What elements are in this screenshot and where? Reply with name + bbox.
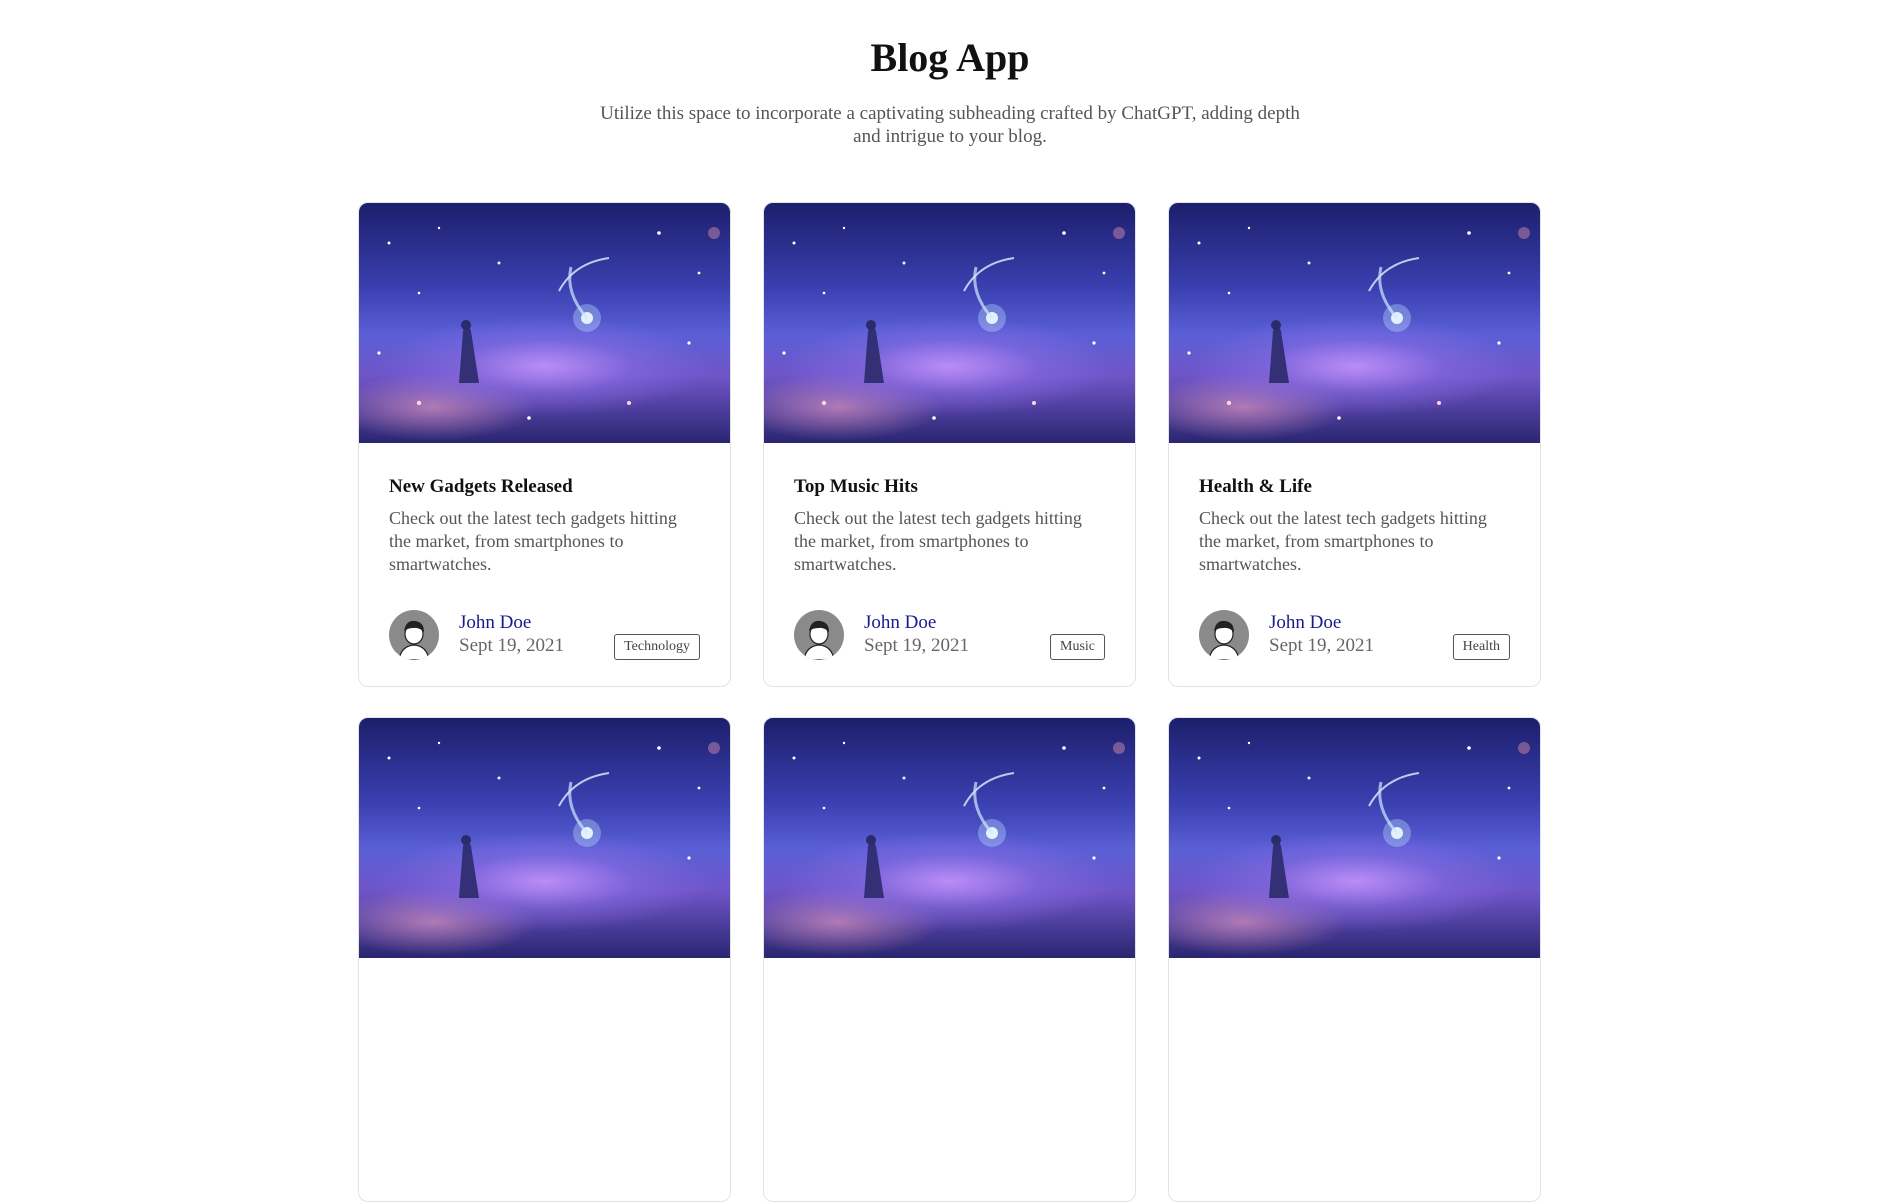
post-card[interactable]: Top Music Hits Check out the latest tech… xyxy=(763,202,1136,687)
page-subtitle: Utilize this space to incorporate a capt… xyxy=(600,103,1300,147)
starry-sky-illustration xyxy=(1197,741,1530,898)
starry-sky-illustration xyxy=(387,741,720,898)
category-tag[interactable]: Music xyxy=(1050,634,1105,660)
user-avatar-icon xyxy=(1208,620,1240,660)
post-card[interactable] xyxy=(763,717,1136,1202)
user-avatar-icon xyxy=(398,620,430,660)
post-meta: John Doe Sept 19, 2021 Music xyxy=(794,610,1105,660)
post-image[interactable] xyxy=(359,718,730,958)
post-date: Sept 19, 2021 xyxy=(1269,635,1375,656)
starry-sky-illustration xyxy=(782,226,1125,420)
starry-sky-illustration xyxy=(792,741,1125,898)
avatar xyxy=(794,610,844,660)
post-date: Sept 19, 2021 xyxy=(459,635,565,656)
post-meta: John Doe Sept 19, 2021 Health xyxy=(1199,610,1510,660)
author-name[interactable]: John Doe xyxy=(1269,612,1341,634)
page-header: Blog App Utilize this space to incorpora… xyxy=(0,0,1900,148)
avatar xyxy=(1199,610,1249,660)
post-description: Check out the latest tech gadgets hittin… xyxy=(389,508,677,574)
post-date: Sept 19, 2021 xyxy=(864,635,970,656)
post-card[interactable] xyxy=(1168,717,1541,1202)
post-description: Check out the latest tech gadgets hittin… xyxy=(794,508,1082,574)
post-title[interactable]: Health & Life xyxy=(1199,475,1510,499)
starry-sky-illustration xyxy=(377,226,720,420)
post-image[interactable] xyxy=(1169,203,1540,443)
post-card[interactable]: New Gadgets Released Check out the lates… xyxy=(358,202,731,687)
post-card[interactable] xyxy=(358,717,731,1202)
post-card[interactable]: Health & Life Check out the latest tech … xyxy=(1168,202,1541,687)
post-title[interactable]: New Gadgets Released xyxy=(389,475,700,499)
page-title: Blog App xyxy=(870,35,1030,80)
starry-sky-illustration xyxy=(1187,226,1530,420)
author-name[interactable]: John Doe xyxy=(864,612,936,634)
post-image[interactable] xyxy=(764,718,1135,958)
post-title[interactable]: Top Music Hits xyxy=(794,475,1105,499)
post-meta: John Doe Sept 19, 2021 Technology xyxy=(389,610,700,660)
author-name[interactable]: John Doe xyxy=(459,612,531,634)
category-tag[interactable]: Technology xyxy=(614,634,700,660)
avatar xyxy=(389,610,439,660)
post-image[interactable] xyxy=(359,203,730,443)
user-avatar-icon xyxy=(803,620,835,660)
post-grid: New Gadgets Released Check out the lates… xyxy=(358,202,1544,1202)
post-image[interactable] xyxy=(764,203,1135,443)
post-description: Check out the latest tech gadgets hittin… xyxy=(1199,508,1487,574)
post-image[interactable] xyxy=(1169,718,1540,958)
category-tag[interactable]: Health xyxy=(1452,634,1510,660)
